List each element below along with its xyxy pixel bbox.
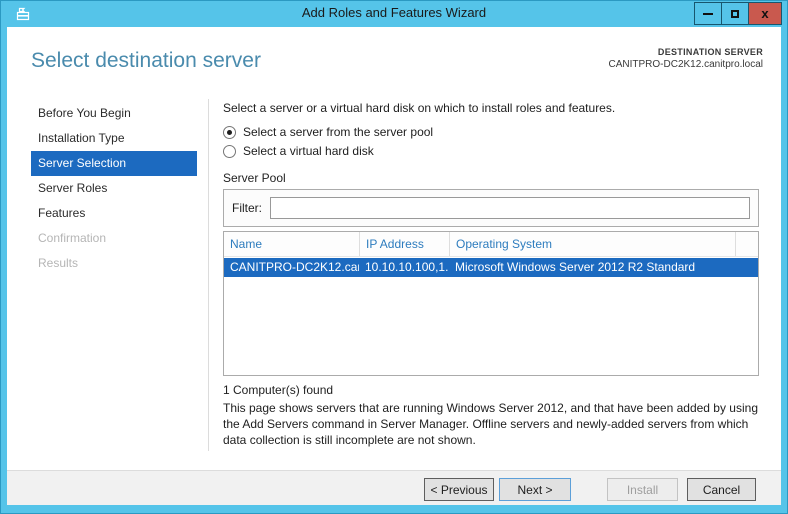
wizard-window: Add Roles and Features Wizard x Select d…	[0, 0, 788, 514]
sidebar-item-confirmation[interactable]: Confirmation	[31, 226, 197, 251]
page-description: This page shows servers that are running…	[223, 401, 758, 447]
column-header-name[interactable]: Name	[224, 232, 359, 256]
column-header-ip-address[interactable]: IP Address	[359, 232, 449, 256]
radio-unselected-icon	[223, 144, 236, 158]
destination-server-info: DESTINATION SERVER CANITPRO-DC2K12.canit…	[609, 47, 764, 70]
radio-select-server-from-pool[interactable]: Select a server from the server pool	[223, 125, 433, 139]
server-pool-table: Name IP Address Operating System CANITPR…	[223, 231, 759, 376]
close-icon: x	[761, 6, 769, 21]
minimize-icon	[703, 12, 713, 15]
filter-input[interactable]	[270, 197, 750, 219]
sidebar-item-before-you-begin[interactable]: Before You Begin	[31, 101, 197, 126]
maximize-button[interactable]	[721, 2, 749, 25]
titlebar[interactable]: Add Roles and Features Wizard x	[1, 1, 787, 27]
window-controls: x	[694, 2, 782, 25]
sidebar-item-server-roles[interactable]: Server Roles	[31, 176, 197, 201]
cell-ip-address: 10.10.10.100,1...	[365, 260, 449, 274]
destination-server-label: DESTINATION SERVER	[657, 47, 763, 57]
filter-label: Filter:	[232, 201, 262, 215]
cell-name: CANITPRO-DC2K12.cani...	[230, 260, 359, 274]
window-title: Add Roles and Features Wizard	[301, 5, 487, 20]
cell-operating-system: Microsoft Windows Server 2012 R2 Standar…	[455, 260, 696, 274]
cancel-button[interactable]: Cancel	[687, 478, 756, 501]
close-button[interactable]: x	[748, 2, 782, 25]
filter-box: Filter:	[223, 189, 759, 227]
next-button[interactable]: Next >	[499, 478, 571, 501]
previous-button[interactable]: < Previous	[424, 478, 494, 501]
wizard-steps-sidebar: Before You Begin Installation Type Serve…	[31, 101, 197, 276]
table-header-row: Name IP Address Operating System	[224, 232, 758, 257]
maximize-icon	[731, 9, 739, 18]
sidebar-item-server-selection[interactable]: Server Selection	[31, 151, 197, 176]
sidebar-item-installation-type[interactable]: Installation Type	[31, 126, 197, 151]
footer-button-bar: < Previous Next > Install Cancel	[7, 470, 781, 505]
instruction-text: Select a server or a virtual hard disk o…	[223, 101, 616, 115]
wizard-content: Select destination server DESTINATION SE…	[7, 27, 781, 505]
sidebar-divider	[208, 99, 209, 451]
radio-selected-icon	[223, 125, 236, 139]
server-pool-label: Server Pool	[223, 171, 286, 185]
sidebar-item-features[interactable]: Features	[31, 201, 197, 226]
page-title: Select destination server	[31, 49, 261, 72]
radio-label: Select a server from the server pool	[243, 125, 434, 139]
sidebar-item-results[interactable]: Results	[31, 251, 197, 276]
column-header-extra	[735, 232, 758, 256]
radio-label: Select a virtual hard disk	[243, 144, 374, 158]
minimize-button[interactable]	[694, 2, 722, 25]
destination-server-name: CANITPRO-DC2K12.canitpro.local	[608, 59, 764, 70]
radio-select-virtual-hard-disk[interactable]: Select a virtual hard disk	[223, 144, 374, 158]
table-row[interactable]: CANITPRO-DC2K12.cani... 10.10.10.100,1..…	[224, 258, 758, 277]
column-header-operating-system[interactable]: Operating System	[449, 232, 735, 256]
install-button[interactable]: Install	[607, 478, 678, 501]
computers-found-text: 1 Computer(s) found	[223, 383, 334, 397]
